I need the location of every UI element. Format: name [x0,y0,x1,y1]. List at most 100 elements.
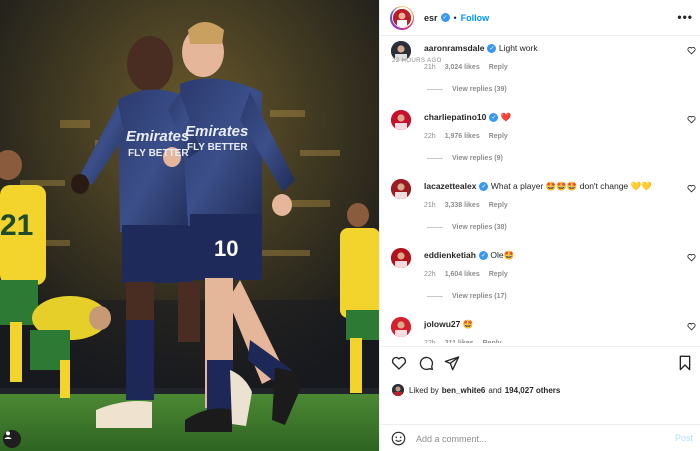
comment-likes[interactable]: 3,338 likes [445,202,480,209]
comment-like-icon[interactable] [687,322,696,331]
comments-list: aaronramsdale ✓ Light work 21h 3,024 likes R… [380,37,700,343]
commenter-avatar[interactable] [391,248,411,268]
comment-text: ❤️ [500,112,512,122]
verified-icon: ✓ [440,13,450,22]
post-side-panel: esr ✓ • Follow ••• aaronramsdale ✓ Light … [379,0,700,451]
verified-icon: ✓ [478,251,488,261]
author-avatar[interactable] [390,5,414,30]
liked-by-avatar[interactable] [392,384,404,396]
liked-by-and: and [488,385,502,395]
opponent-number: 21 [0,209,33,242]
commenter-username[interactable]: aaronramsdale [424,43,484,53]
heart-icon[interactable] [391,355,407,371]
view-replies-line [427,158,443,159]
view-replies-label: View replies (39) [452,86,507,93]
instagram-post-view: 21 Emirates FLY BETTER Emirates FLY BETT… [0,0,700,451]
post-header: esr ✓ • Follow ••• [380,0,700,36]
shorts-number: 10 [214,236,238,261]
comment-like-icon[interactable] [687,46,696,55]
comment-item: aaronramsdale ✓ Light work 21h 3,024 likes R… [380,37,700,106]
view-replies-button[interactable]: View replies (17) [427,293,507,300]
view-replies-label: View replies (9) [452,155,503,162]
emoji-icon[interactable] [391,431,406,446]
verified-icon: ✓ [489,113,499,123]
comment-like-icon[interactable] [687,253,696,262]
comment-text: What a player 🤩🤩🤩 don't change 💛💛 [490,181,652,191]
separator-dot: • [453,12,457,23]
verified-icon: ✓ [487,44,497,54]
comment-time[interactable]: 22h [424,271,436,278]
left-shirt-sponsor-sub: FLY BETTER [128,148,189,159]
photo-illustration: 21 Emirates FLY BETTER Emirates FLY BETT… [0,0,379,451]
commenter-avatar[interactable] [391,110,411,130]
commenter-username[interactable]: lacazettealex [424,181,476,191]
comment-meta: 21h 3,338 likes Reply [424,202,517,209]
commenter-username[interactable]: eddienketiah [424,250,476,260]
view-replies-button[interactable]: View replies (38) [427,224,507,231]
comment-time[interactable]: 22h [424,133,436,140]
follow-button[interactable]: Follow [461,13,490,23]
view-replies-label: View replies (38) [452,224,507,231]
comment-reply-button[interactable]: Reply [483,340,502,343]
comment-time[interactable]: 22h [424,340,436,343]
post-timestamp[interactable]: 22 HOURS AGO [392,57,442,64]
commenter-avatar[interactable] [391,317,411,337]
comment-line: eddienketiah ✓ Ole🤩 [424,250,514,261]
comment-reply-button[interactable]: Reply [489,271,508,278]
view-replies-line [427,227,443,228]
comment-text: 🤩 [462,319,474,329]
user-tag-icon[interactable] [3,430,21,448]
post-comment-button[interactable]: Post [675,433,693,443]
comment-meta: 22h 1,604 likes Reply [424,271,517,278]
add-comment-bar: Post [380,424,700,451]
comment-likes[interactable]: 1,976 likes [445,133,480,140]
comment-like-icon[interactable] [687,115,696,124]
commenter-username[interactable]: jolowu27 [424,319,460,329]
commenter-username[interactable]: charliepatino10 [424,112,486,122]
comment-time[interactable]: 21h [424,202,436,209]
right-shirt-sponsor: Emirates [185,123,248,140]
comment-line: lacazettealex ✓ What a player 🤩🤩🤩 don't c… [424,181,652,192]
liked-by-line: Liked by ben_white6 and 194,027 others [392,384,563,396]
more-options-icon[interactable]: ••• [677,10,693,24]
comment-text: Light work [498,43,538,53]
comment-meta: 21h 3,024 likes Reply [424,64,517,71]
post-photo[interactable]: 21 Emirates FLY BETTER Emirates FLY BETT… [0,0,379,451]
comment-icon[interactable] [418,355,434,371]
liked-by-prefix: Liked by [409,385,439,395]
view-replies-line [427,296,443,297]
view-replies-button[interactable]: View replies (9) [427,155,503,162]
left-shirt-sponsor: Emirates [126,128,189,145]
comment-item: jolowu27 🤩 22h 211 likes Reply [380,313,700,343]
liked-by-count[interactable]: 194,027 others [505,386,561,395]
avatar-image [393,8,411,27]
comment-input[interactable] [416,431,656,447]
comment-item: eddienketiah ✓ Ole🤩 22h 1,604 likes Reply Vie… [380,244,700,313]
comment-reply-button[interactable]: Reply [489,202,508,209]
comment-reply-button[interactable]: Reply [489,133,508,140]
commenter-avatar[interactable] [391,179,411,199]
comment-reply-button[interactable]: Reply [489,64,508,71]
comment-meta: 22h 211 likes Reply [424,340,511,343]
comment-line: charliepatino10 ✓ ❤️ [424,112,511,123]
comment-line: jolowu27 🤩 [424,319,473,330]
comment-like-icon[interactable] [687,184,696,193]
verified-icon: ✓ [479,182,489,192]
comment-likes[interactable]: 211 likes [445,340,474,343]
view-replies-line [427,89,443,90]
view-replies-label: View replies (17) [452,293,507,300]
comment-time[interactable]: 21h [424,64,436,71]
view-replies-button[interactable]: View replies (39) [427,86,507,93]
comment-likes[interactable]: 3,024 likes [445,64,480,71]
comment-line: aaronramsdale ✓ Light work [424,43,538,54]
author-username[interactable]: esr [424,13,438,23]
comment-item: lacazettealex ✓ What a player 🤩🤩🤩 don't c… [380,175,700,244]
share-icon[interactable] [444,355,460,371]
post-actions: Liked by ben_white6 and 194,027 others [380,346,700,406]
liked-by-user[interactable]: ben_white6 [442,386,486,395]
comment-likes[interactable]: 1,604 likes [445,271,480,278]
comment-item: charliepatino10 ✓ ❤️ 22h 1,976 likes Reply Vi… [380,106,700,175]
right-shirt-sponsor-sub: FLY BETTER [187,142,248,153]
comment-meta: 22h 1,976 likes Reply [424,133,517,140]
bookmark-icon[interactable] [677,355,693,371]
